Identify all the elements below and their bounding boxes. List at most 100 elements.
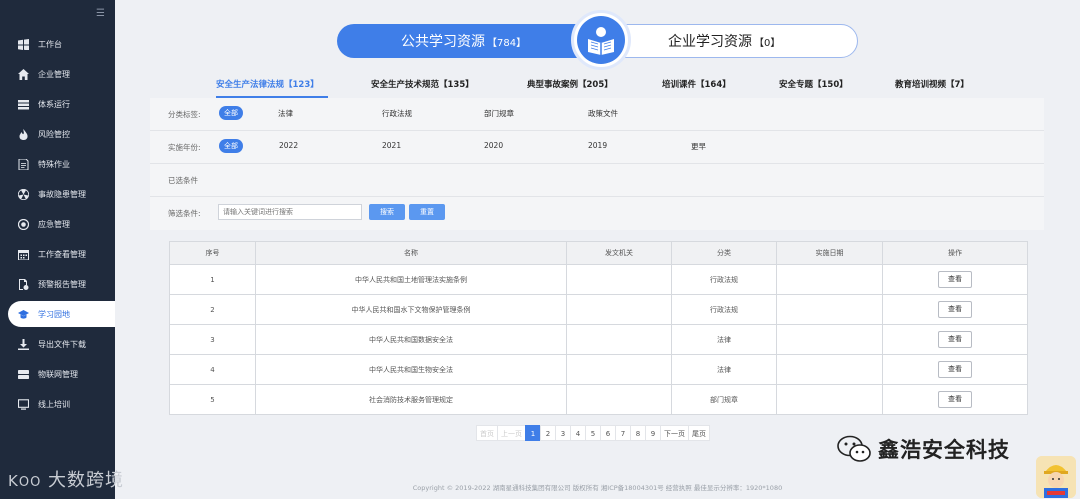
search-input[interactable] (218, 204, 362, 220)
sidebar-item[interactable]: 风险管控 (0, 121, 115, 147)
sidebar-item[interactable]: 特殊作业 (0, 151, 115, 177)
category-filter-label: 分类标签: (168, 110, 201, 119)
prev-page-button[interactable]: 上一页 (497, 425, 526, 441)
cell-issuer (566, 354, 672, 385)
sidebar-item[interactable]: 企业管理 (0, 61, 115, 87)
main-content: 公共学习资源 【784】 企业学习资源 【0】 安全生产法律法规【123】 安全生产… (115, 0, 1080, 499)
view-button[interactable]: 查看 (938, 361, 972, 378)
category-option[interactable]: 部门规章 (484, 108, 514, 119)
year-option[interactable]: 2021 (382, 141, 401, 150)
sidebar-item-label: 工作查看管理 (38, 249, 86, 259)
sidebar-item[interactable]: 物联网管理 (0, 361, 115, 387)
menu-toggle-icon[interactable]: ☰ (96, 8, 105, 19)
view-button[interactable]: 查看 (938, 331, 972, 348)
cell-issuer (566, 384, 672, 415)
public-resources-label: 公共学习资源 (401, 34, 485, 50)
page-number-button[interactable]: 8 (630, 425, 646, 441)
cell-action: 查看 (882, 324, 1028, 355)
year-option[interactable]: 更早 (691, 141, 706, 152)
year-filter-label: 实施年份: (168, 143, 201, 152)
target-icon (17, 218, 29, 230)
sidebar-item-label: 企业管理 (38, 69, 70, 79)
cell-no: 3 (169, 324, 256, 355)
cell-no: 5 (169, 384, 256, 415)
stack-icon (17, 98, 29, 110)
first-page-button[interactable]: 首页 (476, 425, 498, 441)
sidebar-item-label: 物联网管理 (38, 369, 78, 379)
sidebar-item[interactable]: 线上培训 (0, 391, 115, 417)
sidebar-item[interactable]: 体系运行 (0, 91, 115, 117)
cell-name: 中华人民共和国生物安全法 (255, 354, 567, 385)
column-header: 分类 (671, 241, 777, 265)
wechat-icon (837, 435, 871, 462)
enterprise-resources-label: 企业学习资源 (668, 34, 752, 50)
sidebar-item[interactable]: 预警报告管理 (0, 271, 115, 297)
year-option[interactable]: 2020 (484, 141, 503, 150)
cell-action: 查看 (882, 294, 1028, 325)
public-resources-toggle[interactable]: 公共学习资源 【784】 (337, 24, 597, 58)
report-icon (17, 278, 29, 290)
tab-training-videos[interactable]: 教育培训视频【7】 (895, 78, 969, 90)
footer-copyright: Copyright © 2019-2022 湖南星通科技集团有限公司 版权所有 … (412, 484, 783, 492)
page-number-button[interactable]: 6 (600, 425, 616, 441)
search-button[interactable]: 搜索 (369, 204, 405, 220)
home-icon (17, 68, 29, 80)
page-number-button[interactable]: 5 (585, 425, 601, 441)
fire-icon (17, 128, 29, 140)
mascot-icon (1036, 456, 1076, 498)
page-number-button[interactable]: 1 (525, 425, 541, 441)
sidebar-item[interactable]: 导出文件下载 (0, 331, 115, 357)
sidebar-item-label: 事故隐患管理 (38, 189, 86, 199)
sidebar-item-label: 预警报告管理 (38, 279, 86, 289)
page-number-button[interactable]: 7 (615, 425, 631, 441)
tab-accident-cases[interactable]: 典型事故案例【205】 (527, 78, 613, 90)
sidebar-item[interactable]: 工作台 (0, 31, 115, 57)
page-number-button[interactable]: 4 (570, 425, 586, 441)
watermark-right-text: 鑫浩安全科技 (878, 438, 1010, 462)
sidebar-item[interactable]: 应急管理 (0, 211, 115, 237)
sidebar-item-label: 线上培训 (38, 399, 70, 409)
cell-no: 4 (169, 354, 256, 385)
table-row: 4 中华人民共和国生物安全法 法律 查看 (169, 354, 1028, 385)
view-button[interactable]: 查看 (938, 391, 972, 408)
category-option[interactable]: 行政法规 (382, 108, 412, 119)
calendar-icon (17, 248, 29, 260)
sidebar-item[interactable]: 学习园地 (8, 301, 115, 327)
category-option[interactable]: 政策文件 (588, 108, 618, 119)
year-option[interactable]: 2019 (588, 141, 607, 150)
cell-name: 中华人民共和国土地管理法实施条例 (255, 264, 567, 295)
reset-button[interactable]: 重置 (409, 204, 445, 220)
sidebar-item-label: 学习园地 (38, 309, 70, 319)
sidebar-item-label: 风险管控 (38, 129, 70, 139)
year-option[interactable]: 2022 (279, 141, 298, 150)
cell-date (776, 354, 883, 385)
cell-name: 中华人民共和国数据安全法 (255, 324, 567, 355)
reading-person-icon (571, 10, 631, 70)
cell-name: 社会消防技术服务管理规定 (255, 384, 567, 415)
category-option[interactable]: 法律 (278, 108, 293, 119)
radiation-icon (17, 188, 29, 200)
page-number-button[interactable]: 2 (540, 425, 556, 441)
tab-technical-standards[interactable]: 安全生产技术规范【135】 (371, 78, 474, 90)
view-button[interactable]: 查看 (938, 271, 972, 288)
search-row: 筛选条件: 搜索 重置 (150, 197, 1044, 230)
public-resources-count: 【784】 (487, 37, 527, 49)
sidebar-item-label: 导出文件下载 (38, 339, 86, 349)
last-page-button[interactable]: 尾页 (688, 425, 710, 441)
tab-laws[interactable]: 安全生产法律法规【123】 (216, 78, 319, 90)
column-header: 名称 (255, 241, 567, 265)
sidebar-item[interactable]: 事故隐患管理 (0, 181, 115, 207)
cell-category: 行政法规 (671, 264, 777, 295)
tab-courseware[interactable]: 培训课件【164】 (662, 78, 731, 90)
table-row: 2 中华人民共和国水下文物保护管理条例 行政法规 查看 (169, 294, 1028, 325)
enterprise-resources-toggle[interactable]: 企业学习资源 【0】 (603, 24, 858, 58)
sidebar-item[interactable]: 工作查看管理 (0, 241, 115, 267)
view-button[interactable]: 查看 (938, 301, 972, 318)
year-all-pill[interactable]: 全部 (219, 139, 243, 153)
page-number-button[interactable]: 3 (555, 425, 571, 441)
tab-safety-topics[interactable]: 安全专题【150】 (779, 78, 848, 90)
next-page-button[interactable]: 下一页 (660, 425, 689, 441)
page-number-button[interactable]: 9 (645, 425, 661, 441)
cell-issuer (566, 264, 672, 295)
category-all-pill[interactable]: 全部 (219, 106, 243, 120)
